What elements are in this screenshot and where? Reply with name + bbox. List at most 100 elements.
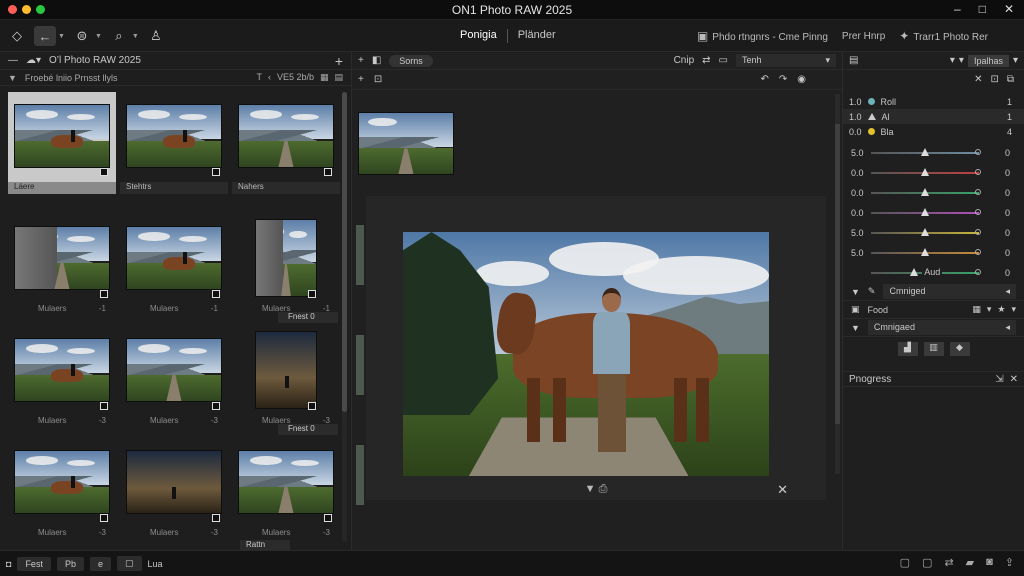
search-icon[interactable]: ⌕: [108, 26, 130, 46]
chevron-down-icon[interactable]: ▼: [851, 287, 860, 297]
undo-icon[interactable]: ↶: [760, 74, 768, 85]
sliders-icon[interactable]: ⇄: [702, 55, 710, 66]
thumbnail-cell[interactable]: Mulaers -1: [8, 214, 116, 316]
panel-icon[interactable]: ◧: [372, 55, 381, 66]
list-icon[interactable]: ▤: [334, 72, 343, 83]
slider-handle[interactable]: [921, 248, 929, 256]
browser-scrollbar[interactable]: [342, 92, 347, 542]
chevron-left-icon[interactable]: ‹: [268, 72, 271, 83]
thumbnail-image[interactable]: [126, 104, 222, 168]
slider-handle[interactable]: [921, 208, 929, 216]
add-icon[interactable]: +: [335, 53, 343, 69]
close-icon[interactable]: ✕: [974, 74, 982, 85]
square-icon[interactable]: ▢: [922, 556, 932, 569]
chevron-down-icon[interactable]: ▼: [851, 323, 860, 333]
mode-tab-2[interactable]: Pländer: [518, 29, 556, 43]
chevron-down-icon[interactable]: ▾: [959, 55, 964, 66]
chevron-down-icon[interactable]: ▾: [987, 304, 992, 315]
row-tag[interactable]: Fnest 0: [278, 424, 338, 435]
row-tag[interactable]: Fnest 0: [278, 312, 338, 323]
person-icon[interactable]: ♙: [145, 26, 167, 46]
thumbnail-cell[interactable]: Mulaers -3: [8, 326, 116, 428]
slider-handle[interactable]: [921, 228, 929, 236]
panel-tab[interactable]: Ipalhas: [967, 54, 1009, 67]
scroll-thumb[interactable]: [342, 92, 347, 412]
slider-handle[interactable]: [921, 148, 929, 156]
layer-icon[interactable]: ▣: [851, 304, 860, 315]
layers-icon[interactable]: ▤: [849, 55, 858, 66]
chevron-down-icon[interactable]: ▼: [58, 33, 65, 40]
diamond-icon[interactable]: ◆: [949, 342, 970, 356]
close-button[interactable]: ✕: [1004, 2, 1014, 16]
grid-icon[interactable]: ▦: [972, 304, 981, 315]
thumbnail-cell[interactable]: Stehtrs: [120, 92, 228, 194]
toolbar-item-1[interactable]: ▣ Phdo rtngnrs - Cme Pinng: [697, 29, 828, 43]
thumbnail-image[interactable]: [14, 104, 110, 168]
strip-thumbnail[interactable]: [358, 112, 454, 175]
cloud-icon[interactable]: ☁▾: [26, 55, 41, 66]
camera-icon[interactable]: ◘: [6, 559, 11, 569]
sort-pill[interactable]: Sorns: [389, 54, 433, 67]
close-icon[interactable]: ✕: [1010, 374, 1018, 385]
minimize-button[interactable]: –: [954, 2, 961, 16]
square-icon[interactable]: ▭: [719, 55, 728, 66]
plus-icon[interactable]: +: [358, 55, 364, 66]
hist-row[interactable]: 1.0 Roll 1: [843, 94, 1024, 109]
thumbnail-cell[interactable]: Nahers: [232, 92, 340, 194]
grid-icon[interactable]: ▦: [320, 72, 329, 83]
view-dropdown[interactable]: Tenh ▾: [736, 54, 836, 67]
frame-icon[interactable]: ⊡: [374, 74, 382, 85]
thumbnail-image[interactable]: [238, 104, 334, 168]
thumbnail-image[interactable]: [14, 338, 110, 402]
eye-icon[interactable]: ◉: [797, 74, 806, 85]
section-dropdown-3[interactable]: Cmnigaed ◂: [867, 320, 1016, 335]
thumbnail-cell[interactable]: Mulaers -3: [8, 438, 116, 540]
back-arrow-icon[interactable]: ←: [34, 26, 56, 46]
preview-image[interactable]: [403, 232, 769, 476]
hist-row[interactable]: 0.0 Bla 4: [843, 124, 1024, 139]
chip-toggle[interactable]: Cnip: [674, 55, 695, 66]
text-icon[interactable]: T: [256, 72, 262, 83]
compare-icon[interactable]: ⊜: [71, 26, 93, 46]
slider-handle[interactable]: [910, 268, 919, 276]
chevron-down-icon[interactable]: ▾: [950, 55, 955, 66]
status-button-3[interactable]: e: [89, 556, 111, 571]
thumbnail-cell[interactable]: Mulaers -3: [232, 438, 340, 540]
image-icon[interactable]: ⊡: [990, 74, 998, 85]
viewer-controls[interactable]: ▼ ⎙: [366, 483, 826, 496]
mode-tab-1[interactable]: Ponigia: [460, 29, 497, 43]
bottom-tag[interactable]: Rattn: [240, 540, 290, 550]
close-icon[interactable]: ✕: [777, 482, 788, 498]
thumbnail-image[interactable]: [238, 450, 334, 514]
expand-icon[interactable]: ▼: [8, 73, 17, 83]
thumbnail-cell[interactable]: Mulaers -3: [120, 326, 228, 428]
status-button-2[interactable]: Pb: [56, 556, 84, 571]
folder-icon[interactable]: ▰: [966, 556, 974, 569]
chevron-down-icon[interactable]: ▼: [95, 33, 102, 40]
section-dropdown-1[interactable]: Cmniged ◂: [883, 284, 1016, 299]
thumbnail-image[interactable]: [126, 338, 222, 402]
chart-icon[interactable]: ▟: [897, 342, 918, 356]
toolbar-item-3[interactable]: ✦ Trarr1 Photo Rer: [899, 29, 988, 43]
square-icon[interactable]: ▢: [900, 556, 910, 569]
collapse-icon[interactable]: ⇲: [995, 374, 1003, 385]
chevron-down-icon[interactable]: ▾: [1011, 304, 1016, 315]
sliders-icon[interactable]: ⇄: [944, 556, 953, 569]
chevron-down-icon[interactable]: ▼: [132, 33, 139, 40]
thumbnail-image[interactable]: [14, 226, 110, 290]
diamond-icon[interactable]: ◇: [6, 26, 28, 46]
thumbnail-cell[interactable]: Mulaers -3: [232, 326, 340, 428]
slider-handle[interactable]: [921, 188, 929, 196]
slider-handle[interactable]: [921, 168, 929, 176]
hist-row[interactable]: 1.0 Al 1: [843, 109, 1024, 124]
thumbnail-image[interactable]: [126, 226, 222, 290]
chevron-down-icon[interactable]: ▾: [1013, 55, 1018, 66]
brush-icon[interactable]: ✎: [868, 286, 876, 297]
redo-icon[interactable]: ↷: [779, 74, 787, 85]
thumbnail-cell[interactable]: Mulaers -3: [120, 438, 228, 540]
maximize-button[interactable]: □: [979, 2, 986, 16]
share-icon[interactable]: ⇪: [1005, 556, 1014, 569]
thumbnail-cell[interactable]: Mulaers -1: [120, 214, 228, 316]
star-icon[interactable]: ★: [997, 304, 1005, 315]
thumbnail-image[interactable]: [255, 331, 317, 409]
